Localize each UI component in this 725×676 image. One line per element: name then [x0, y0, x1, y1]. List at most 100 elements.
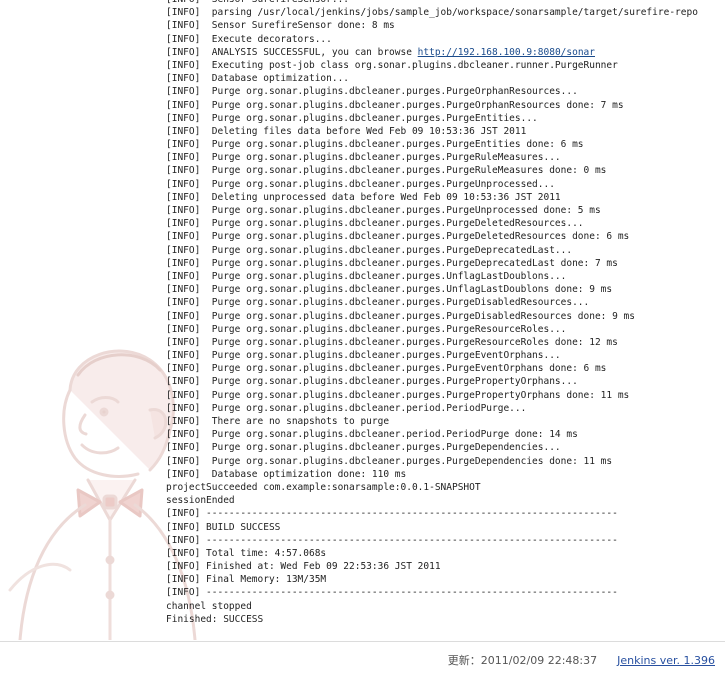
console-line-text: [INFO] Purge org.sonar.plugins.dbcleaner…: [166, 165, 607, 177]
console-line-text: [INFO] Purge org.sonar.plugins.dbcleaner…: [166, 231, 630, 243]
console-line-text: [INFO] Total time: 4:57.068s: [166, 547, 327, 559]
console-line: [INFO] ANALYSIS SUCCESSFUL, you can brow…: [166, 46, 725, 59]
console-line: [INFO] Purge org.sonar.plugins.dbcleaner…: [166, 441, 725, 454]
console-line-text: [INFO] Purge org.sonar.plugins.dbcleaner…: [166, 112, 538, 124]
console-line: [INFO] Purge org.sonar.plugins.dbcleaner…: [166, 362, 725, 375]
console-line: [INFO] Deleting unprocessed data before …: [166, 191, 725, 204]
console-line-text: [INFO] Database optimization done: 110 m…: [166, 468, 407, 480]
console-line: [INFO] Execute decorators...: [166, 33, 725, 46]
console-output: [INFO] Sensor SurefireSensor... [INFO] pa…: [166, 0, 725, 626]
console-line: [INFO] Final Memory: 13M/35M: [166, 573, 725, 586]
console-line: [INFO] Purge org.sonar.plugins.dbcleaner…: [166, 164, 725, 177]
console-line-text: [INFO] Purge org.sonar.plugins.dbcleaner…: [166, 363, 607, 375]
console-line: [INFO] Purge org.sonar.plugins.dbcleaner…: [166, 375, 725, 388]
console-line: [INFO] Total time: 4:57.068s: [166, 547, 725, 560]
console-line: [INFO] Purge org.sonar.plugins.dbcleaner…: [166, 323, 725, 336]
console-line: [INFO] Purge org.sonar.plugins.dbcleaner…: [166, 310, 725, 323]
console-line-text: [INFO] Purge org.sonar.plugins.dbcleaner…: [166, 257, 618, 269]
console-line: [INFO] Purge org.sonar.plugins.dbcleaner…: [166, 178, 725, 191]
console-line: channel stopped: [166, 600, 725, 613]
console-line-text: [INFO] Purge org.sonar.plugins.dbcleaner…: [166, 244, 573, 256]
console-line-text: [INFO] Purge org.sonar.plugins.dbcleaner…: [166, 455, 613, 467]
console-line: [INFO] Finished at: Wed Feb 09 22:53:36 …: [166, 560, 725, 573]
console-line-text: [INFO] parsing /usr/local/jenkins/jobs/s…: [166, 7, 698, 19]
console-line: [INFO] ---------------------------------…: [166, 507, 725, 520]
console-line: [INFO] Purge org.sonar.plugins.dbcleaner…: [166, 336, 725, 349]
console-line-text: Finished: SUCCESS: [166, 613, 264, 625]
console-line-text: [INFO] Purge org.sonar.plugins.dbcleaner…: [166, 270, 567, 282]
console-line-text: [INFO] Purge org.sonar.plugins.dbcleaner…: [166, 205, 601, 216]
console-line: [INFO] parsing /usr/local/jenkins/jobs/s…: [166, 6, 725, 19]
console-line: [INFO] Deleting files data before Wed Fe…: [166, 125, 725, 138]
console-line-text: [INFO] Execute decorators...: [166, 33, 332, 45]
console-line-text: projectSucceeded com.example:sonarsample…: [166, 481, 481, 493]
last-updated-timestamp: 更新：2011/02/09 22:48:37: [447, 654, 598, 667]
console-line-text: [INFO] Purge org.sonar.plugins.dbcleaner…: [166, 310, 635, 322]
console-line: [INFO] Purge org.sonar.plugins.dbcleaner…: [166, 257, 725, 270]
console-line-text: [INFO] Purge org.sonar.plugins.dbcleaner…: [166, 178, 555, 190]
console-line: [INFO] Database optimization...: [166, 72, 725, 85]
console-line-text: [INFO] ANALYSIS SUCCESSFUL, you can brow…: [166, 46, 418, 58]
console-line-text: [INFO] Deleting files data before Wed Fe…: [166, 125, 527, 137]
console-line-text: [INFO] Purge org.sonar.plugins.dbcleaner…: [166, 152, 561, 164]
console-line: [INFO] Purge org.sonar.plugins.dbcleaner…: [166, 85, 725, 98]
console-line: [INFO] Executing post-job class org.sona…: [166, 59, 725, 72]
console-line: [INFO] Purge org.sonar.plugins.dbcleaner…: [166, 230, 725, 243]
console-line: [INFO] Purge org.sonar.plugins.dbcleaner…: [166, 217, 725, 230]
console-line: Finished: SUCCESS: [166, 613, 725, 626]
console-line: [INFO] Purge org.sonar.plugins.dbcleaner…: [166, 138, 725, 151]
console-line: [INFO] Purge org.sonar.plugins.dbcleaner…: [166, 349, 725, 362]
console-line-text: [INFO] Finished at: Wed Feb 09 22:53:36 …: [166, 561, 441, 573]
console-line: [INFO] Purge org.sonar.plugins.dbcleaner…: [166, 270, 725, 283]
console-line: sessionEnded: [166, 494, 725, 507]
page-footer: 更新：2011/02/09 22:48:37 Jenkins ver. 1.39…: [448, 652, 715, 668]
console-line: [INFO] ---------------------------------…: [166, 534, 725, 547]
console-line: [INFO] Purge org.sonar.plugins.dbcleaner…: [166, 428, 725, 441]
footer-divider: [0, 641, 725, 642]
console-line: [INFO] Database optimization done: 110 m…: [166, 468, 725, 481]
console-line-text: [INFO] Purge org.sonar.plugins.dbcleaner…: [166, 284, 613, 296]
console-line-text: [INFO] There are no snapshots to purge: [166, 416, 390, 427]
console-line-text: [INFO] BUILD SUCCESS: [166, 521, 281, 533]
console-line-text: [INFO] Sensor SurefireSensor...: [166, 0, 349, 5]
console-line-text: [INFO] Purge org.sonar.plugins.dbcleaner…: [166, 350, 561, 362]
console-line-text: [INFO] Purge org.sonar.plugins.dbcleaner…: [166, 297, 590, 309]
console-line-text: [INFO] Purge org.sonar.plugins.dbcleaner…: [166, 323, 567, 335]
console-line: projectSucceeded com.example:sonarsample…: [166, 481, 725, 494]
console-line-text: [INFO] Purge org.sonar.plugins.dbcleaner…: [166, 99, 624, 111]
console-line: [INFO] Purge org.sonar.plugins.dbcleaner…: [166, 402, 725, 415]
console-line: [INFO] Purge org.sonar.plugins.dbcleaner…: [166, 112, 725, 125]
console-line-text: channel stopped: [166, 600, 252, 612]
console-line: [INFO] Purge org.sonar.plugins.dbcleaner…: [166, 244, 725, 257]
console-line-text: [INFO] Purge org.sonar.plugins.dbcleaner…: [166, 376, 578, 388]
console-line-text: [INFO] ---------------------------------…: [166, 508, 618, 520]
console-line-text: [INFO] Purge org.sonar.plugins.dbcleaner…: [166, 139, 584, 151]
console-line-text: [INFO] Purge org.sonar.plugins.dbcleaner…: [166, 402, 527, 414]
console-line-text: [INFO] ---------------------------------…: [166, 534, 618, 546]
console-line: [INFO] BUILD SUCCESS: [166, 521, 725, 534]
console-line: [INFO] Purge org.sonar.plugins.dbcleaner…: [166, 455, 725, 468]
console-line-text: [INFO] Executing post-job class org.sona…: [166, 59, 618, 71]
console-line: [INFO] Purge org.sonar.plugins.dbcleaner…: [166, 151, 725, 164]
jenkins-version-link[interactable]: Jenkins ver. 1.396: [617, 654, 715, 667]
console-line-text: [INFO] Purge org.sonar.plugins.dbcleaner…: [166, 429, 578, 441]
console-line: [INFO] Purge org.sonar.plugins.dbcleaner…: [166, 296, 725, 309]
console-line-text: [INFO] Sensor SurefireSensor done: 8 ms: [166, 20, 395, 32]
console-line-text: [INFO] Deleting unprocessed data before …: [166, 191, 561, 203]
console-line: [INFO] Purge org.sonar.plugins.dbcleaner…: [166, 204, 725, 217]
console-line-text: [INFO] Purge org.sonar.plugins.dbcleaner…: [166, 86, 578, 98]
console-line: [INFO] Sensor SurefireSensor done: 8 ms: [166, 19, 725, 32]
console-line: [INFO] There are no snapshots to purge: [166, 415, 725, 428]
console-line-text: sessionEnded: [166, 495, 235, 507]
console-line-text: [INFO] Database optimization...: [166, 73, 350, 85]
console-line: [INFO] Purge org.sonar.plugins.dbcleaner…: [166, 389, 725, 402]
console-line-text: [INFO] Final Memory: 13M/35M: [166, 574, 327, 586]
console-line-text: [INFO] Purge org.sonar.plugins.dbcleaner…: [166, 442, 561, 454]
console-line-text: [INFO] Purge org.sonar.plugins.dbcleaner…: [166, 389, 630, 401]
console-line: [INFO] ---------------------------------…: [166, 586, 725, 599]
console-line-text: [INFO] Purge org.sonar.plugins.dbcleaner…: [166, 218, 584, 230]
sonar-dashboard-link[interactable]: http://192.168.100.9:8080/sonar: [418, 47, 595, 58]
console-line-text: [INFO] ---------------------------------…: [166, 587, 618, 599]
console-line: [INFO] Purge org.sonar.plugins.dbcleaner…: [166, 99, 725, 112]
console-line: [INFO] Purge org.sonar.plugins.dbcleaner…: [166, 283, 725, 296]
